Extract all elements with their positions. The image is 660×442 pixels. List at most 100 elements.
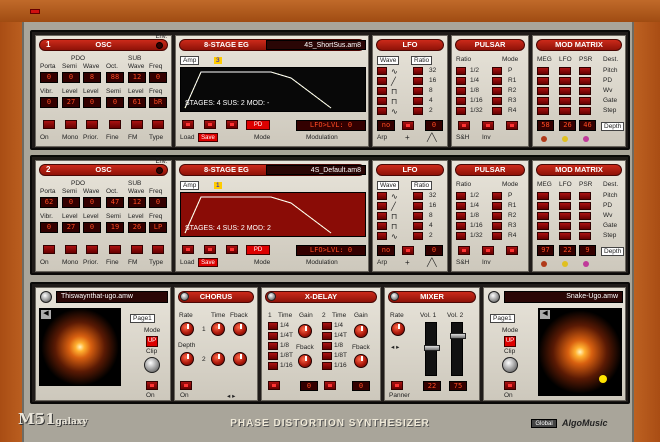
lfo-arp-display[interactable]: no <box>377 120 395 131</box>
save-button[interactable]: Save <box>198 258 218 267</box>
xdelay1-led-1[interactable] <box>268 332 278 340</box>
chorus-power-icon[interactable] <box>180 292 189 301</box>
matrix-led-4-2[interactable] <box>579 232 591 240</box>
matrix-led-1-0[interactable] <box>537 77 549 85</box>
lfo-plus-button[interactable] <box>402 246 414 255</box>
pulsar-ratio-led-3[interactable] <box>456 97 466 105</box>
lfo-ratio-led-1[interactable] <box>413 77 423 85</box>
osc-value-5[interactable]: 0 <box>149 197 167 208</box>
on-button-right[interactable] <box>504 381 516 390</box>
lfo-ratio-led-4[interactable] <box>413 107 423 115</box>
panner-arrows-icon[interactable]: ◂ ▸ <box>391 343 399 351</box>
lfo-lvl-display[interactable]: LFO>LVL: 0 <box>296 245 366 256</box>
lfo-wave-led-4[interactable] <box>377 232 387 240</box>
eg-chip[interactable]: 3 <box>214 57 222 64</box>
matrix-led-2-0[interactable] <box>537 87 549 95</box>
power-led[interactable] <box>30 9 40 14</box>
matrix-led-2-1[interactable] <box>559 87 571 95</box>
xdelay1-led-3[interactable] <box>268 352 278 360</box>
osc-value-2[interactable]: 0 <box>83 197 101 208</box>
osc-button-1[interactable] <box>65 120 77 129</box>
matrix-led-0-2[interactable] <box>579 192 591 200</box>
pulsar-mode-led-1[interactable] <box>492 77 502 85</box>
pulsar-mode-led-3[interactable] <box>492 97 502 105</box>
lfo-lvl-display[interactable]: LFO>LVL: 0 <box>296 120 366 131</box>
pulsar-ratio-led-1[interactable] <box>456 77 466 85</box>
lfo-wave-led-4[interactable] <box>377 107 387 115</box>
osc-value-10[interactable]: 61 <box>128 97 146 108</box>
matrix-depth-display-0[interactable]: 58 <box>537 120 554 131</box>
xdelay-on-button[interactable] <box>268 381 280 390</box>
matrix-led-4-0[interactable] <box>537 107 549 115</box>
chorus-time1-knob[interactable] <box>211 322 225 336</box>
pd-button[interactable]: PD <box>246 120 270 130</box>
osc-value-11[interactable]: bR <box>149 97 167 108</box>
lfo-wave-led-0[interactable] <box>377 67 387 75</box>
xdelay2-led-2[interactable] <box>322 342 332 350</box>
lfo-ratio-led-3[interactable] <box>413 222 423 230</box>
lfo-level-display[interactable]: 0 <box>425 120 443 131</box>
osc-value-1[interactable]: 0 <box>62 72 80 83</box>
osc-value-4[interactable]: 12 <box>128 197 146 208</box>
pulsar-mode-led-4[interactable] <box>492 107 502 115</box>
osc-button-4[interactable] <box>131 245 143 254</box>
matrix-led-4-1[interactable] <box>559 107 571 115</box>
osc-value-11[interactable]: LP <box>149 222 167 233</box>
xdelay-button-mid[interactable] <box>324 381 336 390</box>
osc-button-3[interactable] <box>109 245 121 254</box>
eg-preset-name[interactable]: 4S_ShortSus.am8 <box>266 40 366 50</box>
pulsar-ratio-led-0[interactable] <box>456 192 466 200</box>
xdelay-display-1[interactable]: 0 <box>300 381 318 391</box>
chorus-rate-knob[interactable] <box>180 322 194 336</box>
osc-value-1[interactable]: 0 <box>62 197 80 208</box>
matrix-depth-display-0[interactable]: 97 <box>537 245 554 256</box>
galaxy-image-left[interactable]: ◀ <box>39 308 121 386</box>
xdelay1-led-4[interactable] <box>268 362 278 370</box>
matrix-led-1-1[interactable] <box>559 77 571 85</box>
osc-value-3[interactable]: 88 <box>106 72 124 83</box>
osc-value-6[interactable]: 0 <box>40 222 58 233</box>
eg-display[interactable]: STAGES: 4 SUS: 2 MOD: - <box>180 67 366 112</box>
mixer-rate-knob[interactable] <box>391 322 405 336</box>
page-button-right[interactable]: Page1 <box>490 314 515 323</box>
pulsar-mode-led-2[interactable] <box>492 87 502 95</box>
matrix-led-1-0[interactable] <box>537 202 549 210</box>
osc-value-0[interactable]: 0 <box>40 72 58 83</box>
matrix-led-3-1[interactable] <box>559 222 571 230</box>
lfo-ratio-button[interactable]: Ratio <box>411 181 433 190</box>
osc-value-9[interactable]: 0 <box>106 97 124 108</box>
osc-button-3[interactable] <box>109 120 121 129</box>
depth-button[interactable]: Depth <box>601 247 625 256</box>
eg-button-0[interactable] <box>182 245 194 254</box>
matrix-led-3-2[interactable] <box>579 222 591 230</box>
xdelay-gain2-knob[interactable] <box>354 324 368 338</box>
pulsar-ratio-led-2[interactable] <box>456 87 466 95</box>
global-button[interactable]: Global <box>531 419 557 428</box>
env-toggle-icon[interactable] <box>156 167 163 174</box>
matrix-depth-display-1[interactable]: 22 <box>559 245 576 256</box>
xdelay-fback1-knob[interactable] <box>298 354 312 368</box>
mode-display-right[interactable]: UP <box>504 336 516 347</box>
lfo-wave-led-2[interactable] <box>377 87 387 95</box>
matrix-led-0-1[interactable] <box>559 67 571 75</box>
matrix-led-3-0[interactable] <box>537 222 549 230</box>
image-name-right[interactable]: Snake-Ugo.amw <box>504 291 623 303</box>
pulsar-mode-led-0[interactable] <box>492 192 502 200</box>
osc-value-7[interactable]: 27 <box>62 97 80 108</box>
xdelay-gain1-knob[interactable] <box>298 324 312 338</box>
eg-button-1[interactable] <box>204 120 216 129</box>
galaxy-image-right[interactable]: ◀ <box>538 308 622 396</box>
matrix-led-2-2[interactable] <box>579 87 591 95</box>
matrix-led-3-0[interactable] <box>537 97 549 105</box>
lfo-wave-led-3[interactable] <box>377 222 387 230</box>
matrix-led-0-0[interactable] <box>537 67 549 75</box>
lfo-wave-led-3[interactable] <box>377 97 387 105</box>
pulsar-button-2[interactable] <box>506 121 518 130</box>
page-button-left[interactable]: Page1 <box>130 314 155 323</box>
osc-value-5[interactable]: 0 <box>149 72 167 83</box>
osc-value-6[interactable]: 0 <box>40 97 58 108</box>
cursor-dot[interactable] <box>599 375 607 383</box>
eg-button-2[interactable] <box>226 245 238 254</box>
mixer-power-icon[interactable] <box>390 292 399 301</box>
matrix-led-0-0[interactable] <box>537 192 549 200</box>
